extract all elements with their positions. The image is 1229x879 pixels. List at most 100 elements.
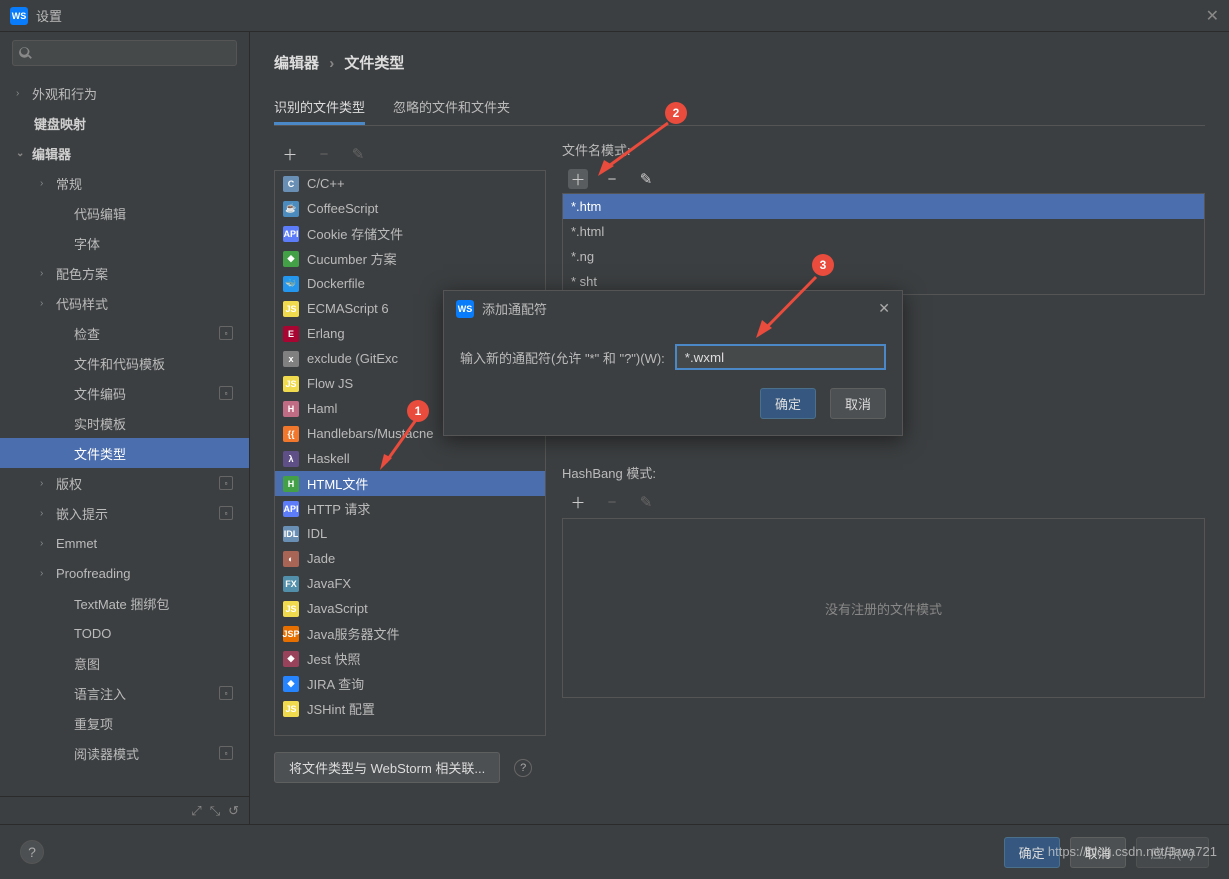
sidebar-item-13[interactable]: ›版权▫	[0, 468, 249, 498]
sidebar-item-17[interactable]: TextMate 捆绑包	[0, 588, 249, 618]
filetype-item-2[interactable]: APICookie 存储文件	[275, 221, 545, 246]
sidebar-item-label: Emmet	[56, 536, 97, 551]
sidebar-item-label: TODO	[74, 626, 111, 641]
filetype-item-17[interactable]: JSJavaScript	[275, 596, 545, 621]
filetype-label: HTTP 请求	[307, 499, 370, 518]
filetype-item-14[interactable]: IDL IDL	[275, 521, 545, 546]
watermark: https://blog.csdn.net/Java721	[1048, 844, 1217, 859]
remove-hashbang-icon[interactable]: −	[602, 492, 622, 512]
add-wildcard-dialog: WS 添加通配符 ✕ 输入新的通配符(允许 "*" 和 "?")(W): 确定 …	[443, 290, 903, 436]
sidebar-item-10[interactable]: 文件编码▫	[0, 378, 249, 408]
filetype-label: ECMAScript 6	[307, 301, 389, 316]
pattern-list[interactable]: *.htm*.html*.ng* sht	[562, 193, 1205, 295]
sidebar-item-8[interactable]: 检查▫	[0, 318, 249, 348]
help-corner-icon[interactable]: ?	[20, 840, 44, 864]
add-icon[interactable]: ＋	[280, 144, 300, 164]
sidebar-item-label: 语言注入	[74, 684, 126, 703]
chevron-icon: ›	[40, 478, 50, 489]
filetype-item-21[interactable]: JSJSHint 配置	[275, 696, 545, 721]
dialog-title: 添加通配符	[482, 299, 547, 318]
close-icon[interactable]: ✕	[1206, 6, 1219, 26]
sidebar-item-3[interactable]: ›常规	[0, 168, 249, 198]
sidebar-item-12[interactable]: 文件类型	[0, 438, 249, 468]
tab-recognized[interactable]: 识别的文件类型	[274, 91, 365, 125]
filetype-label: Jade	[307, 551, 335, 566]
annotation-arrow-3	[754, 272, 824, 342]
filetype-label: IDL	[307, 526, 327, 541]
sidebar-item-label: 键盘映射	[34, 114, 86, 133]
filetype-item-15[interactable]: ◐Jade	[275, 546, 545, 571]
sidebar-item-20[interactable]: 语言注入▫	[0, 678, 249, 708]
sidebar-item-7[interactable]: ›代码样式	[0, 288, 249, 318]
associate-button[interactable]: 将文件类型与 WebStorm 相关联...	[274, 752, 500, 783]
pattern-item-1[interactable]: *.html	[563, 219, 1204, 244]
filetype-icon: ◆	[283, 251, 299, 267]
sidebar-item-16[interactable]: ›Proofreading	[0, 558, 249, 588]
filetype-label: JavaFX	[307, 576, 351, 591]
sidebar-item-label: 文件和代码模板	[74, 354, 165, 373]
filetype-label: HTML文件	[307, 474, 368, 493]
filetype-label: Jest 快照	[307, 649, 360, 668]
filetype-label: Flow JS	[307, 376, 353, 391]
sidebar-item-2[interactable]: ⌄编辑器	[0, 138, 249, 168]
edit-icon[interactable]: ✎	[348, 144, 368, 164]
chevron-icon: ›	[40, 538, 50, 549]
sidebar-item-label: 版权	[56, 474, 82, 493]
sidebar-item-18[interactable]: TODO	[0, 618, 249, 648]
sidebar-item-label: 阅读器模式	[74, 744, 139, 763]
remove-icon[interactable]: −	[314, 144, 334, 164]
filetype-item-18[interactable]: JSPJava服务器文件	[275, 621, 545, 646]
filetype-item-13[interactable]: API HTTP 请求	[275, 496, 545, 521]
reset-icon[interactable]: ↺	[228, 803, 239, 819]
chevron-icon: ›	[40, 268, 50, 279]
sidebar-item-21[interactable]: 重复项	[0, 708, 249, 738]
filetype-icon: ☕	[283, 201, 299, 217]
filetype-icon: E	[283, 326, 299, 342]
filetype-label: Erlang	[307, 326, 345, 341]
sidebar-item-11[interactable]: 实时模板	[0, 408, 249, 438]
edit-hashbang-icon[interactable]: ✎	[636, 492, 656, 512]
sidebar-item-0[interactable]: › 外观和行为	[0, 78, 249, 108]
sidebar-item-6[interactable]: ›配色方案	[0, 258, 249, 288]
dialog-cancel-button[interactable]: 取消	[830, 388, 886, 419]
sidebar-item-label: 嵌入提示	[56, 504, 108, 523]
filetype-icon: IDL	[283, 526, 299, 542]
sidebar-item-5[interactable]: 字体	[0, 228, 249, 258]
filetype-label: Dockerfile	[307, 276, 365, 291]
sidebar-item-15[interactable]: › Emmet	[0, 528, 249, 558]
sidebar-item-22[interactable]: 阅读器模式▫	[0, 738, 249, 768]
filetype-item-3[interactable]: ◆Cucumber 方案	[275, 246, 545, 271]
scope-badge-icon: ▫	[219, 506, 233, 520]
sidebar-item-9[interactable]: 文件和代码模板	[0, 348, 249, 378]
pattern-item-2[interactable]: *.ng	[563, 244, 1204, 269]
sidebar-item-label: 外观和行为	[32, 84, 97, 103]
chevron-icon: ›	[40, 178, 50, 189]
filetype-item-1[interactable]: ☕CoffeeScript	[275, 196, 545, 221]
breadcrumb: 编辑器 › 文件类型	[274, 52, 1205, 73]
expand-all-icon[interactable]: ⤢	[191, 803, 201, 819]
filetype-item-19[interactable]: ◆Jest 快照	[275, 646, 545, 671]
sidebar-item-19[interactable]: 意图	[0, 648, 249, 678]
sidebar-item-14[interactable]: ›嵌入提示▫	[0, 498, 249, 528]
annotation-badge-3: 3	[812, 254, 834, 276]
sidebar-item-4[interactable]: 代码编辑	[0, 198, 249, 228]
dialog-close-icon[interactable]: ✕	[878, 300, 890, 317]
filetype-item-0[interactable]: CC/C++	[275, 171, 545, 196]
filetype-item-12[interactable]: HHTML文件	[275, 471, 545, 496]
search-input[interactable]	[12, 40, 237, 66]
wildcard-input[interactable]	[675, 344, 886, 370]
filetype-icon: λ	[283, 451, 299, 467]
chevron-icon: ›	[16, 88, 26, 99]
collapse-all-icon[interactable]: ⤡	[210, 803, 220, 819]
help-icon[interactable]: ?	[514, 759, 532, 777]
tab-ignored[interactable]: 忽略的文件和文件夹	[393, 91, 510, 125]
sidebar-item-1[interactable]: 键盘映射	[0, 108, 249, 138]
filetype-icon: C	[283, 176, 299, 192]
add-hashbang-icon[interactable]: ＋	[568, 492, 588, 512]
filetype-item-16[interactable]: FXJavaFX	[275, 571, 545, 596]
pattern-item-0[interactable]: *.htm	[563, 194, 1204, 219]
add-pattern-icon[interactable]: ＋	[568, 169, 588, 189]
filetype-icon: API	[283, 501, 299, 517]
filetype-item-20[interactable]: ◆JIRA 查询	[275, 671, 545, 696]
dialog-ok-button[interactable]: 确定	[760, 388, 816, 419]
